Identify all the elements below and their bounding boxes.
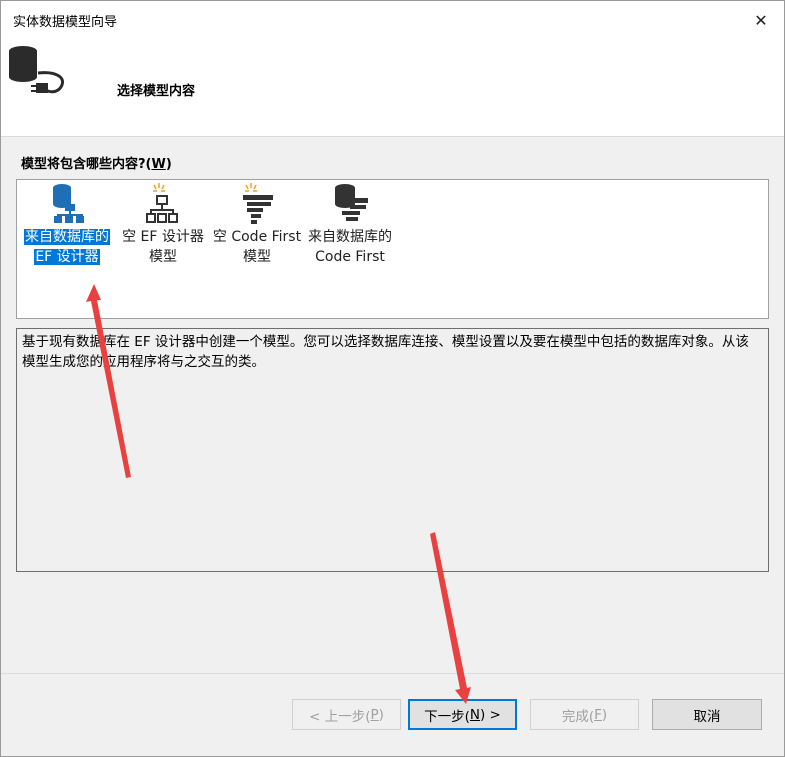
annotation-arrows	[86, 284, 471, 704]
arrow-to-next-button	[430, 532, 471, 704]
arrow-to-first-option	[86, 284, 131, 478]
